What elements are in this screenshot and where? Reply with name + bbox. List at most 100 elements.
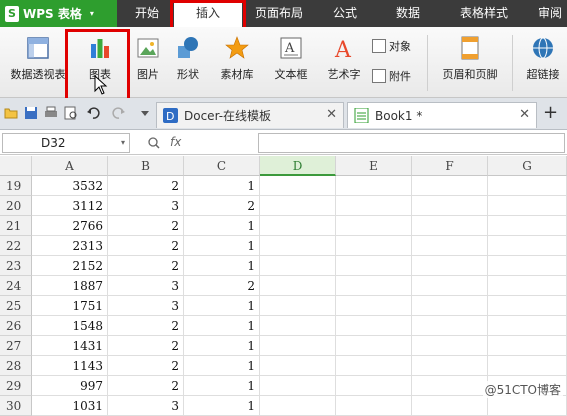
cell-g-23[interactable] bbox=[488, 256, 567, 276]
tab-home[interactable]: 开始 bbox=[122, 0, 172, 27]
tab-page-layout[interactable]: 页面布局 bbox=[246, 0, 312, 27]
cell-d-28[interactable] bbox=[260, 356, 336, 376]
cell-a-24[interactable]: 1887 bbox=[32, 276, 108, 296]
cell-b-22[interactable]: 2 bbox=[108, 236, 184, 256]
cell-b-28[interactable]: 2 bbox=[108, 356, 184, 376]
tab-table-style[interactable]: 表格样式 bbox=[448, 0, 520, 27]
cell-f-29[interactable] bbox=[412, 376, 488, 396]
cell-g-26[interactable] bbox=[488, 316, 567, 336]
pivot-table-button[interactable]: 数据透视表 bbox=[6, 36, 70, 82]
cell-a-28[interactable]: 1143 bbox=[32, 356, 108, 376]
row-header[interactable]: 23 bbox=[0, 256, 32, 276]
row-header[interactable]: 22 bbox=[0, 236, 32, 256]
cell-c-24[interactable]: 2 bbox=[184, 276, 260, 296]
new-tab-button[interactable]: + bbox=[543, 102, 558, 123]
quick-access-dropdown-icon[interactable] bbox=[138, 106, 152, 120]
cell-b-24[interactable]: 3 bbox=[108, 276, 184, 296]
cell-e-25[interactable] bbox=[336, 296, 412, 316]
cell-b-21[interactable]: 2 bbox=[108, 216, 184, 236]
tab-docer-templates[interactable]: D Docer-在线模板 ✕ bbox=[156, 102, 344, 128]
hyperlink-button[interactable]: 超链接 bbox=[520, 36, 566, 82]
cell-b-23[interactable]: 2 bbox=[108, 256, 184, 276]
column-header-e[interactable]: E bbox=[336, 156, 412, 176]
header-footer-button[interactable]: 页眉和页脚 bbox=[434, 36, 506, 82]
print-preview-icon[interactable] bbox=[64, 106, 78, 120]
select-all-corner[interactable] bbox=[0, 156, 32, 176]
row-header[interactable]: 20 bbox=[0, 196, 32, 216]
cell-d-29[interactable] bbox=[260, 376, 336, 396]
cell-e-23[interactable] bbox=[336, 256, 412, 276]
cell-e-29[interactable] bbox=[336, 376, 412, 396]
cell-a-19[interactable]: 3532 bbox=[32, 176, 108, 196]
cell-c-21[interactable]: 1 bbox=[184, 216, 260, 236]
cell-g-22[interactable] bbox=[488, 236, 567, 256]
tab-formulas[interactable]: 公式 bbox=[320, 0, 370, 27]
object-button[interactable]: 对象 bbox=[372, 38, 411, 54]
row-header[interactable]: 19 bbox=[0, 176, 32, 196]
cell-f-26[interactable] bbox=[412, 316, 488, 336]
row-header[interactable]: 28 bbox=[0, 356, 32, 376]
cell-f-20[interactable] bbox=[412, 196, 488, 216]
app-menu-button[interactable]: S WPS 表格 ▾ bbox=[0, 0, 117, 27]
cell-e-28[interactable] bbox=[336, 356, 412, 376]
redo-icon[interactable] bbox=[112, 106, 126, 120]
cell-d-30[interactable] bbox=[260, 396, 336, 416]
tab-book1[interactable]: Book1 * ✕ bbox=[347, 102, 537, 128]
picture-button[interactable]: 图片 bbox=[132, 36, 164, 82]
column-header-g[interactable]: G bbox=[488, 156, 567, 176]
cell-c-22[interactable]: 1 bbox=[184, 236, 260, 256]
row-header[interactable]: 21 bbox=[0, 216, 32, 236]
material-library-button[interactable]: 素材库 bbox=[216, 36, 258, 82]
cell-g-24[interactable] bbox=[488, 276, 567, 296]
column-header-d[interactable]: D bbox=[260, 156, 336, 176]
cell-c-27[interactable]: 1 bbox=[184, 336, 260, 356]
tab-review[interactable]: 审阅 bbox=[530, 0, 567, 27]
cell-e-21[interactable] bbox=[336, 216, 412, 236]
cell-g-25[interactable] bbox=[488, 296, 567, 316]
cell-d-23[interactable] bbox=[260, 256, 336, 276]
print-icon[interactable] bbox=[44, 106, 58, 120]
cell-f-28[interactable] bbox=[412, 356, 488, 376]
cell-c-20[interactable]: 2 bbox=[184, 196, 260, 216]
chevron-down-icon[interactable]: ▾ bbox=[121, 134, 125, 152]
cell-b-20[interactable]: 3 bbox=[108, 196, 184, 216]
column-header-c[interactable]: C bbox=[184, 156, 260, 176]
cell-a-30[interactable]: 1031 bbox=[32, 396, 108, 416]
cell-d-25[interactable] bbox=[260, 296, 336, 316]
save-icon[interactable] bbox=[24, 106, 38, 120]
cell-c-29[interactable]: 1 bbox=[184, 376, 260, 396]
cell-f-23[interactable] bbox=[412, 256, 488, 276]
attachment-button[interactable]: 附件 bbox=[372, 68, 411, 84]
cell-g-30[interactable] bbox=[488, 396, 567, 416]
shapes-button[interactable]: 形状 bbox=[168, 36, 208, 82]
cell-g-27[interactable] bbox=[488, 336, 567, 356]
cell-c-30[interactable]: 1 bbox=[184, 396, 260, 416]
cell-f-27[interactable] bbox=[412, 336, 488, 356]
close-icon[interactable]: ✕ bbox=[326, 107, 337, 122]
formula-input[interactable] bbox=[258, 133, 565, 153]
open-folder-icon[interactable] bbox=[4, 106, 18, 120]
cell-g-19[interactable] bbox=[488, 176, 567, 196]
cell-c-23[interactable]: 1 bbox=[184, 256, 260, 276]
cell-a-25[interactable]: 1751 bbox=[32, 296, 108, 316]
art-text-button[interactable]: A 艺术字 bbox=[324, 36, 364, 82]
column-header-a[interactable]: A bbox=[32, 156, 108, 176]
cell-b-19[interactable]: 2 bbox=[108, 176, 184, 196]
column-header-f[interactable]: F bbox=[412, 156, 488, 176]
cell-b-26[interactable]: 2 bbox=[108, 316, 184, 336]
cell-e-26[interactable] bbox=[336, 316, 412, 336]
cell-c-28[interactable]: 1 bbox=[184, 356, 260, 376]
cell-c-19[interactable]: 1 bbox=[184, 176, 260, 196]
tab-data[interactable]: 数据 bbox=[383, 0, 433, 27]
row-header[interactable]: 25 bbox=[0, 296, 32, 316]
cell-g-20[interactable] bbox=[488, 196, 567, 216]
cell-a-29[interactable]: 997 bbox=[32, 376, 108, 396]
cell-f-19[interactable] bbox=[412, 176, 488, 196]
cell-b-25[interactable]: 3 bbox=[108, 296, 184, 316]
cell-a-20[interactable]: 3112 bbox=[32, 196, 108, 216]
cell-a-23[interactable]: 2152 bbox=[32, 256, 108, 276]
textbox-button[interactable]: A 文本框 bbox=[266, 36, 316, 82]
cell-f-22[interactable] bbox=[412, 236, 488, 256]
cell-g-28[interactable] bbox=[488, 356, 567, 376]
cell-f-30[interactable] bbox=[412, 396, 488, 416]
